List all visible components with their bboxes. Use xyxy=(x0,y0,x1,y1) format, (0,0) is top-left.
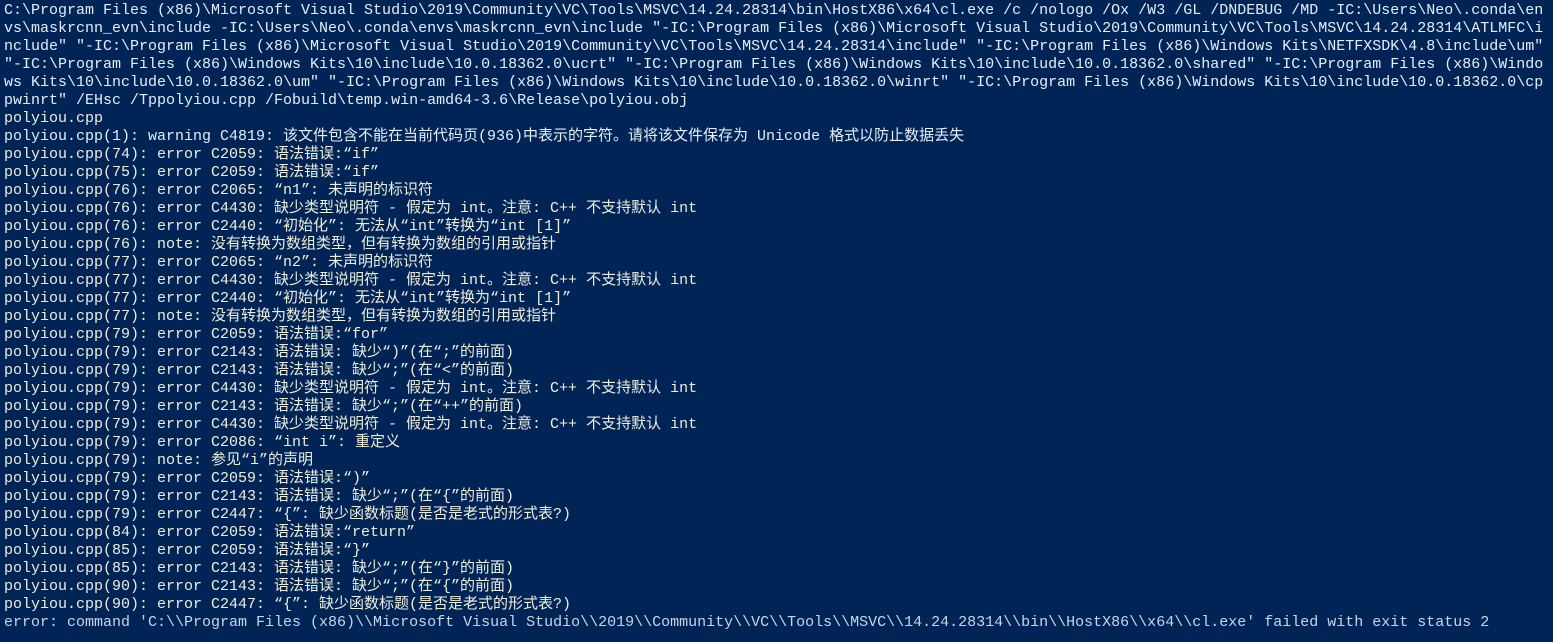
compiler-line: polyiou.cpp(79): error C2143: 语法错误: 缺少“;… xyxy=(4,398,523,415)
compiler-line: polyiou.cpp(77): error C2065: “n2”: 未声明的… xyxy=(4,254,433,271)
compiler-messages: polyiou.cpp(1): warning C4819: 该文件包含不能在当… xyxy=(4,128,964,613)
terminal-output[interactable]: C:\Program Files (x86)\Microsoft Visual … xyxy=(0,0,1553,634)
compiler-line: polyiou.cpp(90): error C2143: 语法错误: 缺少“;… xyxy=(4,578,514,595)
compiler-line: polyiou.cpp(85): error C2059: 语法错误:“}” xyxy=(4,542,370,559)
compiler-line: polyiou.cpp(79): error C2447: “{”: 缺少函数标… xyxy=(4,506,571,523)
compiler-line: polyiou.cpp(79): error C2143: 语法错误: 缺少“;… xyxy=(4,362,514,379)
compiler-line: polyiou.cpp(90): error C2447: “{”: 缺少函数标… xyxy=(4,596,571,613)
compiler-line: polyiou.cpp(79): error C2059: 语法错误:“)” xyxy=(4,470,370,487)
compiler-line: polyiou.cpp(1): warning C4819: 该文件包含不能在当… xyxy=(4,128,964,145)
compiler-line: polyiou.cpp(75): error C2059: 语法错误:“if” xyxy=(4,164,379,181)
final-error: error: command 'C:\\Program Files (x86)\… xyxy=(4,614,1489,631)
compiler-line: polyiou.cpp(76): note: 没有转换为数组类型，但有转换为数组… xyxy=(4,236,556,253)
compiler-line: polyiou.cpp(76): error C4430: 缺少类型说明符 - … xyxy=(4,200,697,217)
compiler-line: polyiou.cpp(79): error C2059: 语法错误:“for” xyxy=(4,326,388,343)
source-file: polyiou.cpp xyxy=(4,110,103,127)
compiler-line: polyiou.cpp(79): error C2143: 语法错误: 缺少“)… xyxy=(4,344,514,361)
compiler-line: polyiou.cpp(77): error C2440: “初始化”: 无法从… xyxy=(4,290,571,307)
compiler-line: polyiou.cpp(79): error C2143: 语法错误: 缺少“;… xyxy=(4,488,514,505)
compiler-line: polyiou.cpp(84): error C2059: 语法错误:“retu… xyxy=(4,524,415,541)
compiler-line: polyiou.cpp(76): error C2065: “n1”: 未声明的… xyxy=(4,182,433,199)
compiler-line: polyiou.cpp(79): error C2086: “int i”: 重… xyxy=(4,434,400,451)
compiler-line: polyiou.cpp(85): error C2143: 语法错误: 缺少“;… xyxy=(4,560,514,577)
compiler-line: polyiou.cpp(79): error C4430: 缺少类型说明符 - … xyxy=(4,416,697,433)
compiler-line: polyiou.cpp(79): error C4430: 缺少类型说明符 - … xyxy=(4,380,697,397)
compiler-line: polyiou.cpp(76): error C2440: “初始化”: 无法从… xyxy=(4,218,571,235)
compiler-line: polyiou.cpp(79): note: 参见“i”的声明 xyxy=(4,452,313,469)
compiler-line: polyiou.cpp(74): error C2059: 语法错误:“if” xyxy=(4,146,379,163)
compiler-command: C:\Program Files (x86)\Microsoft Visual … xyxy=(4,2,1552,109)
compiler-line: polyiou.cpp(77): note: 没有转换为数组类型，但有转换为数组… xyxy=(4,308,556,325)
compiler-line: polyiou.cpp(77): error C4430: 缺少类型说明符 - … xyxy=(4,272,697,289)
